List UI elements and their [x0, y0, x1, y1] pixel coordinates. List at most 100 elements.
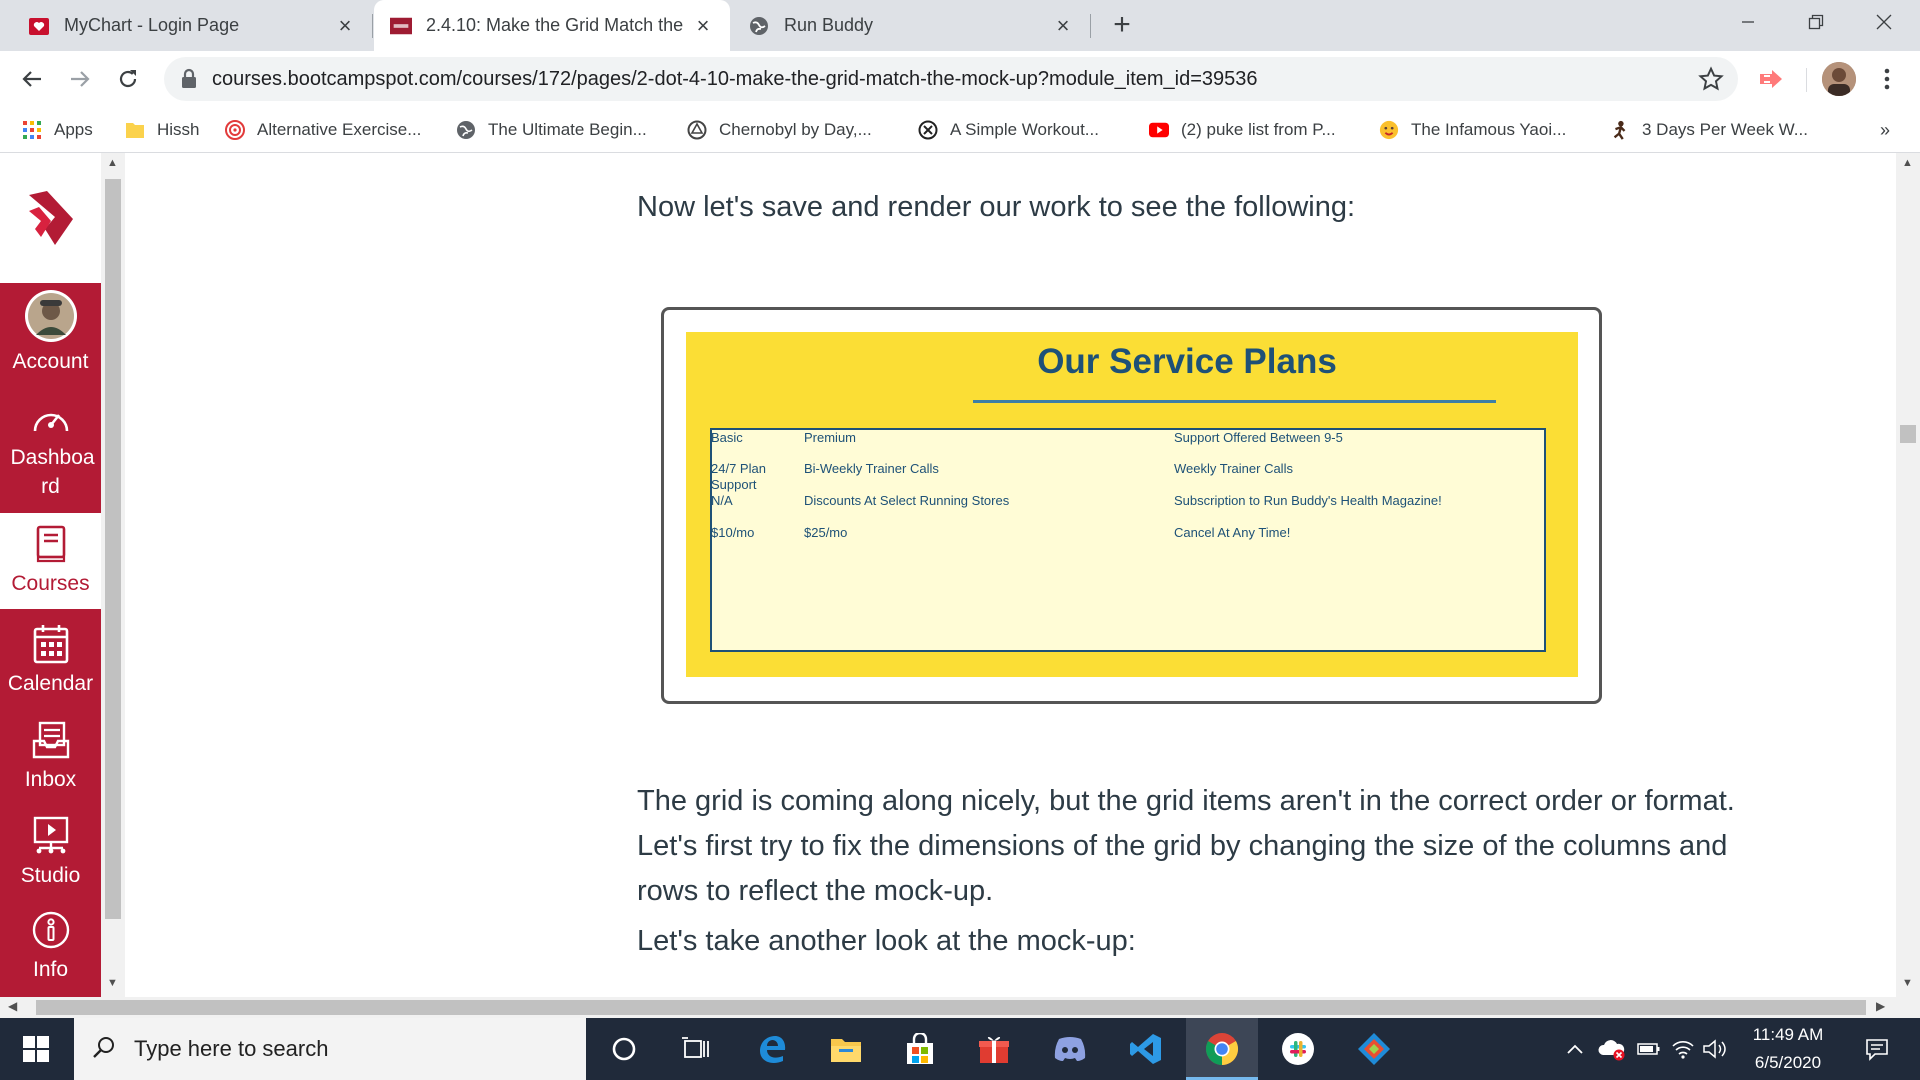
back-button[interactable] — [14, 61, 50, 97]
nav-label: Info — [32, 958, 69, 981]
bootcamp-logo[interactable] — [0, 153, 101, 283]
grid-cell: Subscription to Run Buddy's Health Magaz… — [1174, 493, 1442, 508]
discord-icon[interactable] — [1034, 1018, 1106, 1080]
nav-dashboard[interactable]: Dashboa rd — [0, 401, 101, 501]
minimize-button[interactable] — [1714, 0, 1782, 44]
nav-account[interactable]: Account — [0, 283, 101, 373]
bookmark-folder[interactable]: Hissh — [125, 107, 200, 153]
bookmark-label: Chernobyl by Day,... — [719, 120, 872, 139]
mockup-section: Our Service Plans Basic Premium Support … — [686, 332, 1578, 677]
scroll-up-arrow-icon[interactable]: ▲ — [107, 157, 118, 169]
tab-run-buddy[interactable]: Run Buddy × — [730, 0, 1090, 51]
bookmark-item[interactable]: A Simple Workout... — [918, 107, 1099, 153]
close-icon[interactable]: × — [334, 14, 356, 37]
clock-date: 6/5/2020 — [1754, 1053, 1822, 1072]
chrome-icon[interactable] — [1186, 1018, 1258, 1080]
close-icon[interactable]: × — [1052, 14, 1074, 37]
page-scrollbar[interactable]: ▲ ▼ — [1896, 153, 1920, 997]
onedrive-error-icon[interactable] — [1596, 1018, 1628, 1080]
git-icon[interactable] — [1338, 1018, 1410, 1080]
nav-label: Calendar — [7, 672, 94, 695]
scrollbar-thumb[interactable] — [36, 1000, 1866, 1015]
nav-label: Courses — [11, 572, 90, 595]
grid-cell: $25/mo — [804, 525, 848, 540]
notifications-icon[interactable] — [1852, 1018, 1902, 1080]
slack-icon[interactable] — [1262, 1018, 1334, 1080]
mockup-grid: Basic Premium Support Offered Between 9-… — [710, 428, 1546, 652]
bookmark-item[interactable]: 3 Days Per Week W... — [1610, 107, 1808, 153]
inbox-icon — [30, 719, 72, 761]
tab-title: MyChart - Login Page — [64, 15, 240, 35]
chernobyl-icon — [687, 120, 707, 140]
extension-icon[interactable] — [1756, 64, 1786, 94]
cortana-icon[interactable] — [588, 1018, 660, 1080]
store-icon[interactable] — [884, 1018, 956, 1080]
bookmark-label: A Simple Workout... — [950, 120, 1099, 139]
close-icon[interactable]: × — [692, 14, 714, 37]
tab-mychart[interactable]: MyChart - Login Page × — [0, 0, 372, 51]
file-explorer-icon[interactable] — [810, 1018, 882, 1080]
system-clock[interactable]: 11:49 AM 6/5/2020 — [1728, 1018, 1848, 1080]
scroll-left-arrow-icon[interactable]: ◀ — [8, 999, 17, 1013]
clock-time: 11:49 AM — [1752, 1025, 1824, 1044]
bookmark-item[interactable]: Chernobyl by Day,... — [687, 107, 872, 153]
nav-info[interactable]: Info — [0, 899, 101, 991]
sidebar-scrollbar[interactable]: ▲ ▼ — [101, 153, 125, 997]
scrollbar-thumb[interactable] — [1900, 425, 1916, 443]
nav-calendar[interactable]: Calendar — [0, 613, 101, 703]
bookmark-item[interactable]: (2) puke list from P... — [1149, 107, 1336, 153]
bookmark-item[interactable]: The Infamous Yaoi... — [1379, 107, 1566, 153]
apps-grid-icon — [22, 120, 42, 140]
grid-cell: Discounts At Select Running Stores — [804, 493, 1010, 508]
bookmark-item[interactable]: Alternative Exercise... — [225, 107, 421, 153]
mychart-icon — [28, 15, 50, 37]
taskbar-search[interactable]: Type here to search — [74, 1018, 586, 1080]
window-close-button[interactable] — [1850, 0, 1918, 44]
grid-cell: N/A — [711, 493, 733, 508]
bookmarks-bar: Apps Hissh Alternative Exercise... The U… — [0, 107, 1920, 153]
bookmark-label: Alternative Exercise... — [257, 120, 422, 139]
forward-button[interactable] — [62, 61, 98, 97]
bookmark-label: Hissh — [157, 120, 200, 139]
restore-button[interactable] — [1782, 0, 1850, 44]
start-button[interactable] — [0, 1018, 72, 1080]
scroll-down-arrow-icon[interactable]: ▼ — [1902, 977, 1913, 989]
bookmark-label: Apps — [54, 120, 93, 139]
address-bar[interactable]: courses.bootcampspot.com/courses/172/pag… — [164, 57, 1738, 101]
show-hidden-icons-icon[interactable] — [1560, 1018, 1590, 1080]
volume-icon[interactable] — [1700, 1018, 1730, 1080]
windows-taskbar: Type here to search 11:49 AM 6/5/2020 — [0, 1018, 1920, 1080]
reload-button[interactable] — [110, 61, 146, 97]
page-content: Now let's save and render our work to se… — [125, 153, 1896, 997]
search-icon — [92, 1035, 116, 1064]
scrollbar-thumb[interactable] — [105, 179, 121, 919]
task-view-icon[interactable] — [660, 1018, 732, 1080]
more-bookmarks-button[interactable]: » — [1880, 107, 1890, 153]
target-icon — [225, 120, 245, 140]
nav-courses[interactable]: Courses — [0, 513, 101, 609]
scroll-up-arrow-icon[interactable]: ▲ — [1902, 157, 1913, 169]
bookmark-star-icon[interactable] — [1698, 66, 1724, 97]
battery-icon[interactable] — [1634, 1018, 1664, 1080]
gift-icon[interactable] — [958, 1018, 1030, 1080]
emoji-icon — [1379, 120, 1399, 140]
horizontal-scrollbar[interactable]: ◀ ▶ — [0, 997, 1920, 1018]
profile-avatar[interactable] — [1822, 62, 1856, 96]
bookmark-item[interactable]: The Ultimate Begin... — [456, 107, 647, 153]
nav-label: Account — [12, 350, 89, 373]
edge-icon[interactable] — [736, 1018, 808, 1080]
grid-cell: Cancel At Any Time! — [1174, 525, 1291, 540]
tab-active-course[interactable]: 2.4.10: Make the Grid Match the × — [374, 0, 730, 51]
scroll-down-arrow-icon[interactable]: ▼ — [107, 977, 118, 989]
nav-studio[interactable]: Studio — [0, 805, 101, 895]
vscode-icon[interactable] — [1110, 1018, 1182, 1080]
menu-kebab-icon[interactable] — [1872, 64, 1902, 94]
intro-paragraph: Now let's save and render our work to se… — [637, 191, 1356, 223]
x-circle-icon — [918, 120, 938, 140]
new-tab-button[interactable]: + — [1105, 8, 1139, 42]
wifi-icon[interactable] — [1668, 1018, 1698, 1080]
bookmark-apps[interactable]: Apps — [22, 107, 93, 153]
scroll-right-arrow-icon[interactable]: ▶ — [1876, 999, 1885, 1013]
nav-inbox[interactable]: Inbox — [0, 709, 101, 799]
url-text: courses.bootcampspot.com/courses/172/pag… — [212, 68, 1258, 90]
